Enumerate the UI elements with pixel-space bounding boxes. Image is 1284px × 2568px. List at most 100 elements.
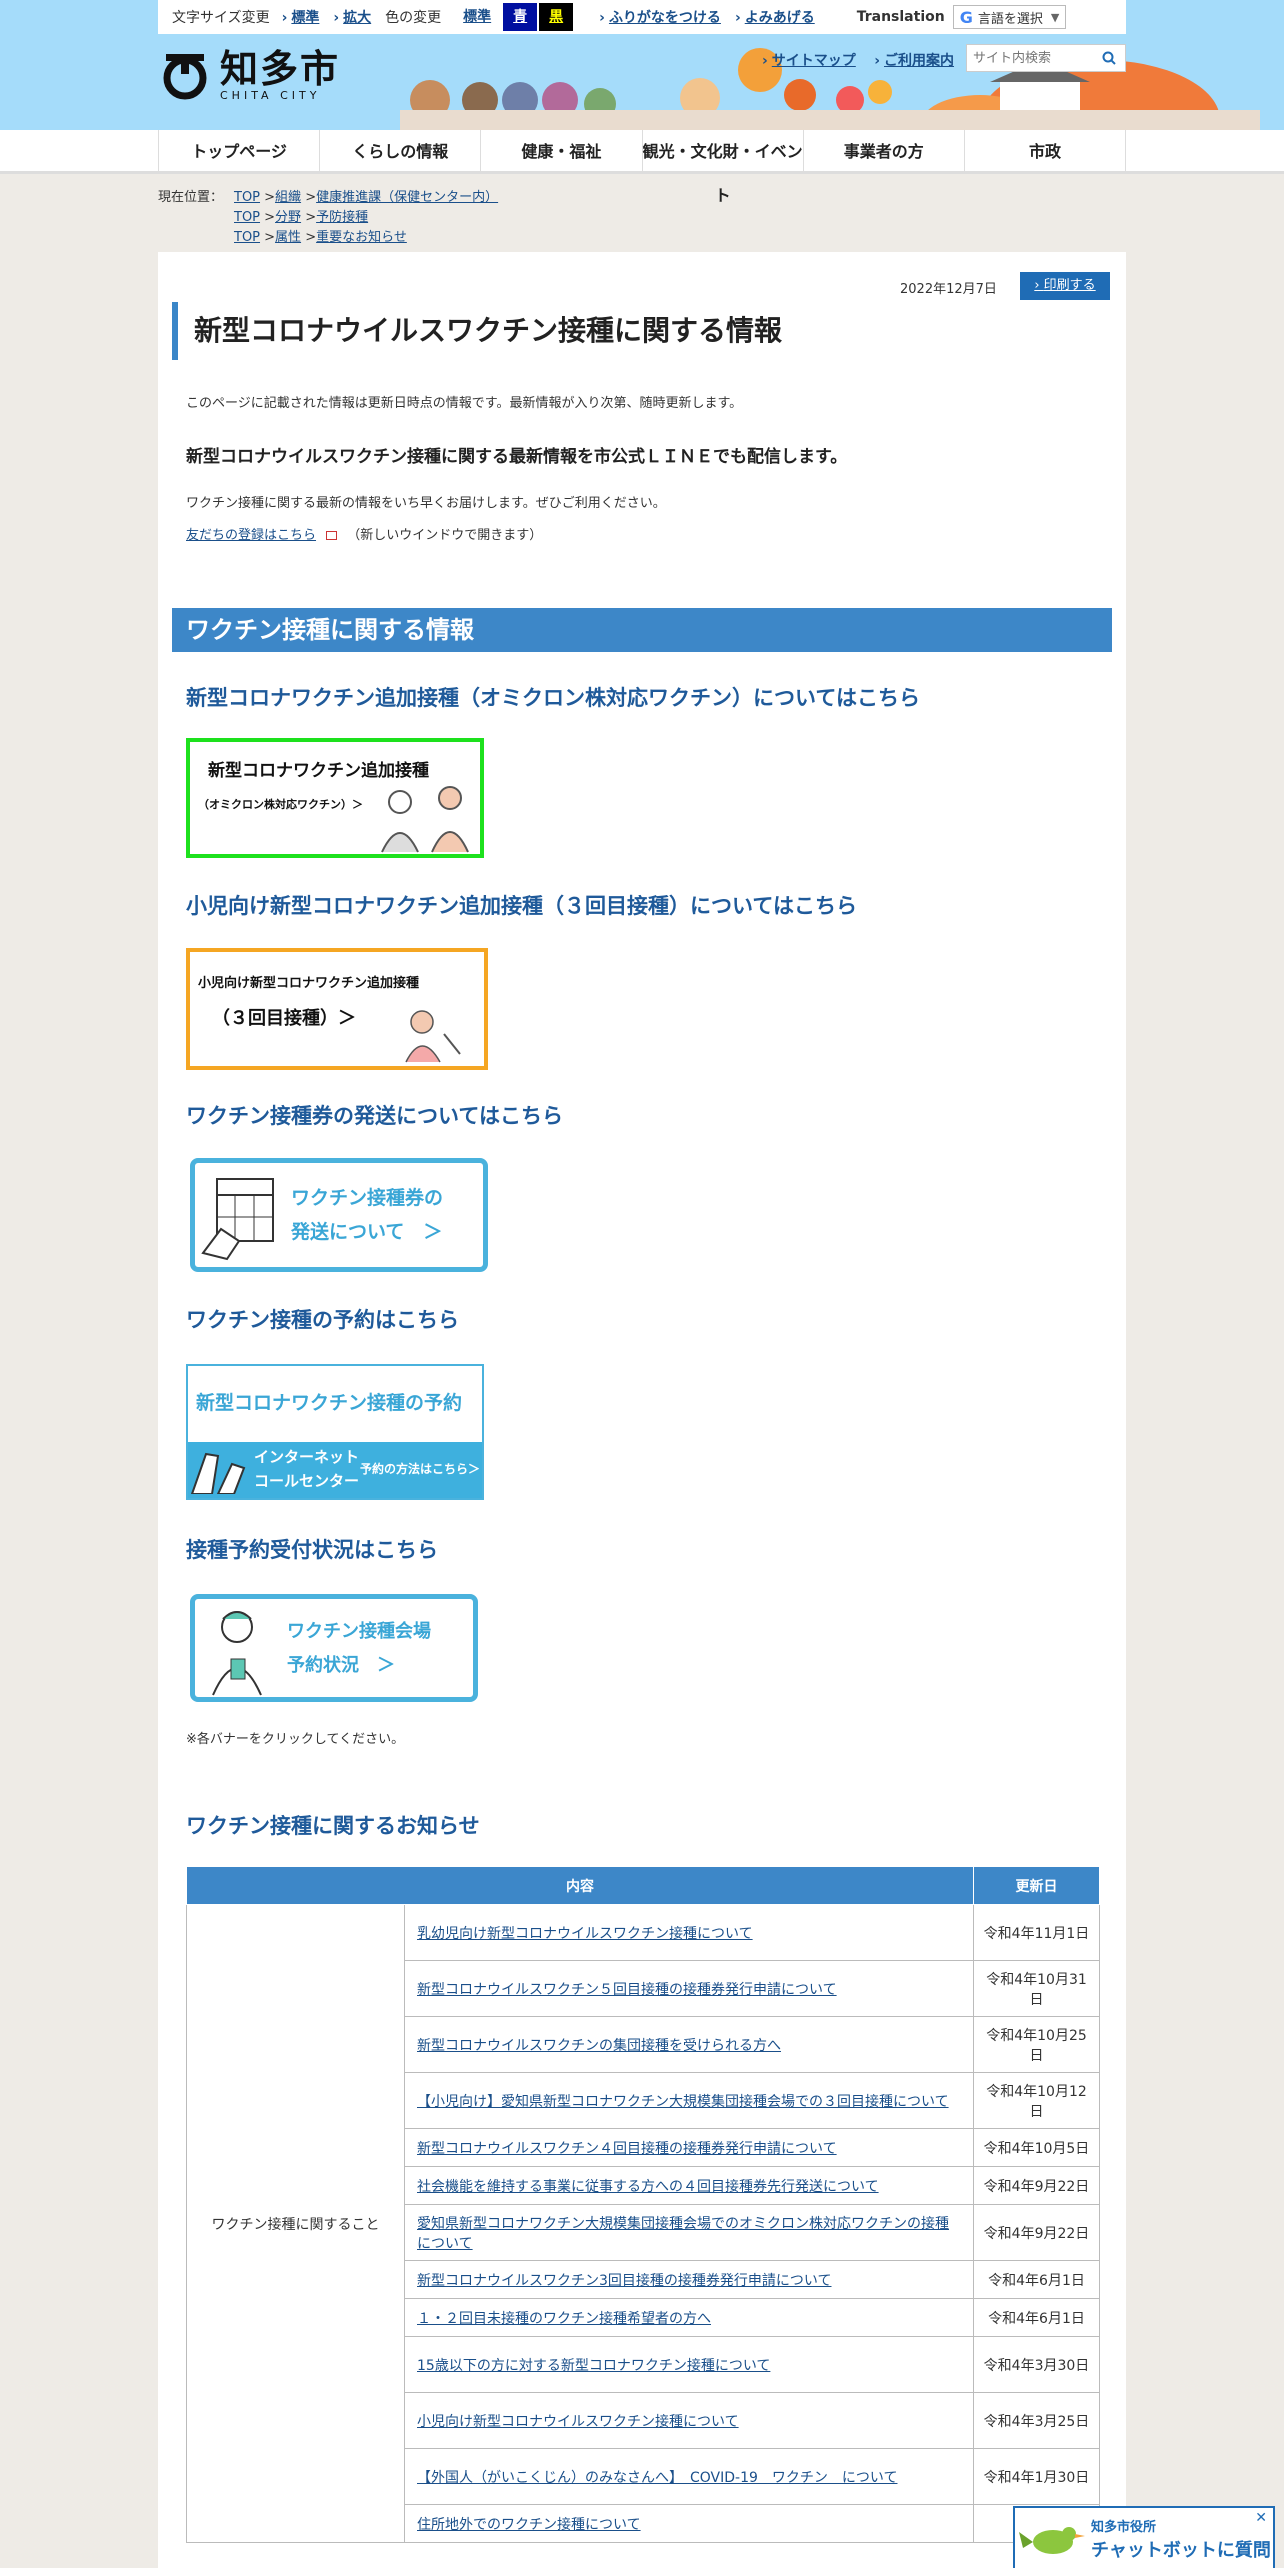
news-date: 令和4年6月1日 <box>973 2260 1100 2299</box>
font-large-link[interactable]: 拡大 <box>333 7 371 27</box>
voucher-banner[interactable]: ワクチン接種券の 発送について ＞ <box>190 1158 488 1272</box>
news-link[interactable]: 愛知県新型コロナワクチン大規模集団接種会場でのオミクロン株対応ワクチンの接種につ… <box>417 2216 949 2252</box>
banner-note: ※各バナーをクリックしてください。 <box>186 1732 405 1747</box>
reservation-band: インターネット コールセンター 予約の方法はこちら＞ <box>188 1442 482 1498</box>
table-row: ワクチン接種に関すること 乳幼児向け新型コロナウイルスワクチン接種について 令和… <box>186 1904 1100 2543</box>
news-link[interactable]: 【外国人（がいこくじん）のみなさんへ】 COVID-19 ワクチン について <box>417 2470 897 2486</box>
news-date: 令和4年9月22日 <box>973 2166 1100 2205</box>
nav-item-tourism[interactable]: 観光・文化財・イベント <box>641 130 803 205</box>
language-select[interactable]: G 言語を選択 ▼ <box>952 5 1067 29</box>
breadcrumb-row: TOP >組織 >健康推進課（保健センター内） <box>234 190 499 205</box>
vaccination-illustration <box>381 786 469 853</box>
banner-text: （３回目接種）＞ <box>212 1008 356 1029</box>
table-header-date: 更新日 <box>973 1866 1100 1905</box>
print-button[interactable]: › 印刷する <box>1020 272 1110 300</box>
furigana-link[interactable]: ふりがなをつける <box>599 7 721 27</box>
new-window-icon <box>326 531 338 540</box>
line-friend-link[interactable]: 友だちの登録はこちら <box>186 528 316 543</box>
phone-hand-illustration <box>190 1452 246 1494</box>
language-select-label: 言語を選択 <box>977 11 1043 27</box>
color-black-button[interactable]: 黒 <box>539 3 574 31</box>
nav-item-health[interactable]: 健康・福祉 <box>480 130 641 174</box>
close-icon[interactable]: ✕ <box>1255 2510 1267 2526</box>
breadcrumb-link[interactable]: TOP <box>234 230 260 245</box>
search-icon[interactable] <box>1097 51 1121 65</box>
news-link[interactable]: 新型コロナウイルスワクチン５回目接種の接種券発行申請について <box>417 1982 837 1998</box>
breadcrumb-link[interactable]: 分野 <box>275 210 301 225</box>
breadcrumb-link[interactable]: 健康推進課（保健センター内） <box>316 190 498 205</box>
breadcrumb-link[interactable]: 予防接種 <box>316 210 368 225</box>
read-aloud-link[interactable]: よみあげる <box>735 7 815 27</box>
font-standard-link[interactable]: 標準 <box>282 7 319 27</box>
chatbot-widget[interactable]: 知多市役所 チャットボットに質問 ✕ <box>1013 2506 1275 2568</box>
bird-mascot-icon <box>1019 2527 1085 2554</box>
table-category: ワクチン接種に関すること <box>186 1904 405 2543</box>
sub-heading-voucher: ワクチン接種券の発送についてはこちら <box>186 1104 563 1128</box>
breadcrumb-label: 現在位置： <box>158 190 224 205</box>
news-link[interactable]: 乳幼児向け新型コロナウイルスワクチン接種について <box>417 1926 753 1942</box>
color-standard-button[interactable]: 標準 <box>453 3 502 31</box>
news-link[interactable]: 小児向け新型コロナウイルスワクチン接種について <box>417 2414 739 2430</box>
breadcrumb-row: TOP >属性 >重要なお知らせ <box>234 230 407 245</box>
page-title: 新型コロナウイルスワクチン接種に関する情報 <box>172 302 1102 360</box>
banner-text: 予約状況 ＞ <box>287 1655 395 1676</box>
news-link[interactable]: 住所地外でのワクチン接種について <box>417 2517 641 2533</box>
news-link[interactable]: 【小児向け】愛知県新型コロナワクチン大規模集団接種会場での３回目接種について <box>417 2094 949 2110</box>
sitemap-link[interactable]: サイトマップ <box>762 53 856 69</box>
utility-toolbar: 文字サイズ変更 標準 拡大 色の変更 標準 青 黒 ふりがなをつける よみあげる… <box>158 0 1126 34</box>
reservation-banner[interactable]: 新型コロナワクチン接種の予約 インターネット コールセンター 予約の方法はこちら… <box>186 1364 484 1500</box>
chatbot-org: 知多市役所 <box>1091 2520 1157 2535</box>
breadcrumb-link[interactable]: 組織 <box>275 190 301 205</box>
news-date: 令和4年10月5日 <box>973 2128 1100 2167</box>
news-link[interactable]: 新型コロナウイルスワクチン3回目接種の接種券発行申請について <box>417 2273 832 2289</box>
news-date: 令和4年6月1日 <box>973 2298 1100 2337</box>
section-title: ワクチン接種に関する情報 <box>172 608 1112 652</box>
news-table: 内容 更新日 ワクチン接種に関すること 乳幼児向け新型コロナウイルスワクチン接種… <box>186 1866 1100 2543</box>
global-nav: トップページ くらしの情報 健康・福祉 観光・文化財・イベント 事業者の方 市政 <box>0 130 1284 205</box>
city-emblem-icon <box>163 54 207 100</box>
nav-item-living[interactable]: くらしの情報 <box>319 130 480 174</box>
table-header-content: 内容 <box>186 1866 974 1905</box>
news-date: 令和4年11月1日 <box>973 1904 1100 1961</box>
sub-heading-pediatric: 小児向け新型コロナワクチン追加接種（３回目接種）についてはこちら <box>186 894 857 918</box>
news-link[interactable]: 社会機能を維持する事業に従事する方への４回目接種券先行発送について <box>417 2179 879 2195</box>
banner-text: インターネット <box>254 1448 360 1466</box>
nav-item-business[interactable]: 事業者の方 <box>802 130 964 174</box>
color-blue-button[interactable]: 青 <box>503 3 538 31</box>
banner-text: 新型コロナワクチン追加接種 <box>208 761 429 781</box>
guide-link[interactable]: ご利用案内 <box>874 53 954 69</box>
news-date: 令和4年10月25日 <box>973 2016 1100 2073</box>
sub-heading-reservation: ワクチン接種の予約はこちら <box>186 1308 459 1332</box>
news-link[interactable]: １・２回目未接種のワクチン接種希望者の方へ <box>417 2311 711 2327</box>
status-banner[interactable]: ワクチン接種会場 予約状況 ＞ <box>190 1594 478 1702</box>
logo-name: 知多市 <box>220 46 341 91</box>
news-date: 令和4年1月30日 <box>973 2448 1100 2505</box>
banner-text: 発送について ＞ <box>291 1221 443 1243</box>
nav-item-city[interactable]: 市政 <box>963 130 1127 174</box>
breadcrumb-link[interactable]: TOP <box>234 190 260 205</box>
breadcrumb-link[interactable]: TOP <box>234 210 260 225</box>
line-heading: 新型コロナウイルスワクチン接種に関する最新情報を市公式ＬＩＮＥでも配信します。 <box>186 447 848 467</box>
news-date: 令和4年3月25日 <box>973 2392 1100 2449</box>
search-input[interactable] <box>967 46 1097 70</box>
pediatric-booster-banner[interactable]: 小児向け新型コロナワクチン追加接種 （３回目接種）＞ <box>186 948 488 1070</box>
lead-text: このページに記載された情報は更新日時点の情報です。最新情報が入り次第、随時更新し… <box>186 396 743 411</box>
calendar-icon <box>201 1178 274 1261</box>
banner-text: 予約の方法はこちら＞ <box>360 1462 481 1476</box>
news-date: 令和4年9月22日 <box>973 2204 1100 2261</box>
banner-text: ワクチン接種券の <box>291 1187 444 1209</box>
translation-label: Translation <box>856 9 945 25</box>
site-header: 文字サイズ変更 標準 拡大 色の変更 標準 青 黒 ふりがなをつける よみあげる… <box>0 0 1284 130</box>
main-content: 2022年12月7日 › 印刷する 新型コロナウイルスワクチン接種に関する情報 … <box>158 252 1126 2568</box>
breadcrumb-row: TOP >分野 >予防接種 <box>234 210 369 225</box>
update-date: 2022年12月7日 <box>900 282 997 297</box>
omicron-booster-banner[interactable]: 新型コロナワクチン追加接種 （オミクロン株対応ワクチン）＞ <box>186 738 484 858</box>
header-links: サイトマップ ご利用案内 <box>762 50 968 70</box>
news-link[interactable]: 15歳以下の方に対する新型コロナワクチン接種について <box>417 2358 770 2374</box>
news-link[interactable]: 新型コロナウイルスワクチンの集団接種を受けられる方へ <box>417 2038 781 2054</box>
news-link[interactable]: 新型コロナウイルスワクチン４回目接種の接種券発行申請について <box>417 2141 837 2157</box>
site-logo[interactable]: 知多市 CHITA CITY <box>158 48 340 102</box>
breadcrumb-link[interactable]: 属性 <box>275 230 301 245</box>
breadcrumb-link[interactable]: 重要なお知らせ <box>316 230 407 245</box>
nav-item-top[interactable]: トップページ <box>158 130 319 174</box>
